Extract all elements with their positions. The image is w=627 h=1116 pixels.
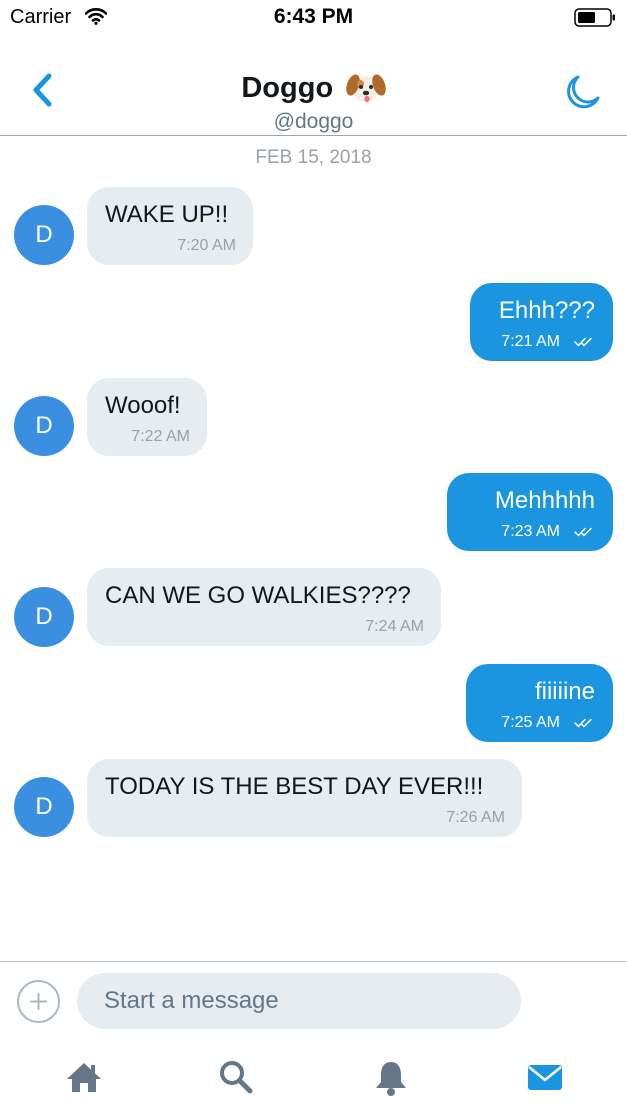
tab-home[interactable]	[62, 1055, 106, 1099]
message-time: 7:20 AM	[177, 237, 236, 254]
double-check-icon	[574, 527, 592, 537]
message-meta: 7:25 AM	[501, 714, 596, 732]
home-icon	[67, 1063, 101, 1092]
search-icon	[220, 1061, 253, 1094]
plus-circle-icon[interactable]	[16, 979, 61, 1024]
message-text: CAN WE GO WALKIES????	[105, 582, 411, 609]
tab-bar	[0, 1041, 627, 1116]
avatar[interactable]: D	[14, 777, 74, 837]
contact-name: Doggo	[241, 71, 334, 104]
message-composer	[0, 961, 627, 1041]
message-meta: 7:23 AM	[501, 523, 596, 541]
contact-handle[interactable]: @doggo	[0, 110, 627, 134]
outgoing-message-bubble[interactable]: Mehhhhh 7:23 AM	[447, 473, 613, 551]
incoming-message-bubble[interactable]: TODAY IS THE BEST DAY EVER!!! 7:26 AM	[87, 759, 522, 837]
bell-icon	[376, 1062, 406, 1096]
moon-icon[interactable]	[562, 72, 602, 112]
avatar[interactable]: D	[14, 587, 74, 647]
message-text: Mehhhhh	[494, 487, 595, 514]
message-time: 7:25 AM	[501, 714, 560, 731]
message-text: WAKE UP!!	[105, 201, 229, 228]
status-bar: Carrier 6:43 PM	[0, 0, 627, 40]
double-check-icon	[574, 718, 592, 728]
message-time: 7:26 AM	[446, 809, 505, 826]
battery-icon	[574, 8, 615, 27]
conversation-header: Doggo @doggo	[0, 40, 627, 136]
incoming-message-bubble[interactable]: Wooof! 7:22 AM	[87, 378, 207, 456]
mail-icon	[528, 1065, 562, 1090]
double-check-icon	[574, 337, 592, 347]
status-time: 6:43 PM	[273, 5, 354, 28]
message-text: fiiiiine	[534, 678, 595, 705]
avatar[interactable]: D	[14, 396, 74, 456]
dog-face-icon	[345, 74, 386, 103]
message-time: 7:21 AM	[501, 333, 560, 350]
message-text: TODAY IS THE BEST DAY EVER!!!	[105, 773, 484, 800]
message-input[interactable]	[77, 973, 521, 1029]
incoming-message-bubble[interactable]: WAKE UP!! 7:20 AM	[87, 187, 253, 265]
tab-notifications[interactable]	[369, 1055, 413, 1099]
message-text: Wooof!	[105, 392, 181, 419]
message-time: 7:22 AM	[131, 428, 190, 445]
incoming-message-bubble[interactable]: CAN WE GO WALKIES???? 7:24 AM	[87, 568, 441, 646]
avatar[interactable]: D	[14, 205, 74, 265]
tab-search[interactable]	[214, 1055, 258, 1099]
message-meta: 7:21 AM	[501, 333, 596, 351]
message-time: 7:24 AM	[365, 618, 424, 635]
tab-messages[interactable]	[523, 1055, 567, 1099]
outgoing-message-bubble[interactable]: Ehhh??? 7:21 AM	[470, 283, 613, 361]
outgoing-message-bubble[interactable]: fiiiiine 7:25 AM	[466, 664, 613, 742]
date-separator: FEB 15, 2018	[255, 147, 372, 168]
message-time: 7:23 AM	[501, 523, 560, 540]
message-text: Ehhh???	[498, 297, 595, 324]
conversation-title[interactable]: Doggo	[0, 70, 627, 106]
